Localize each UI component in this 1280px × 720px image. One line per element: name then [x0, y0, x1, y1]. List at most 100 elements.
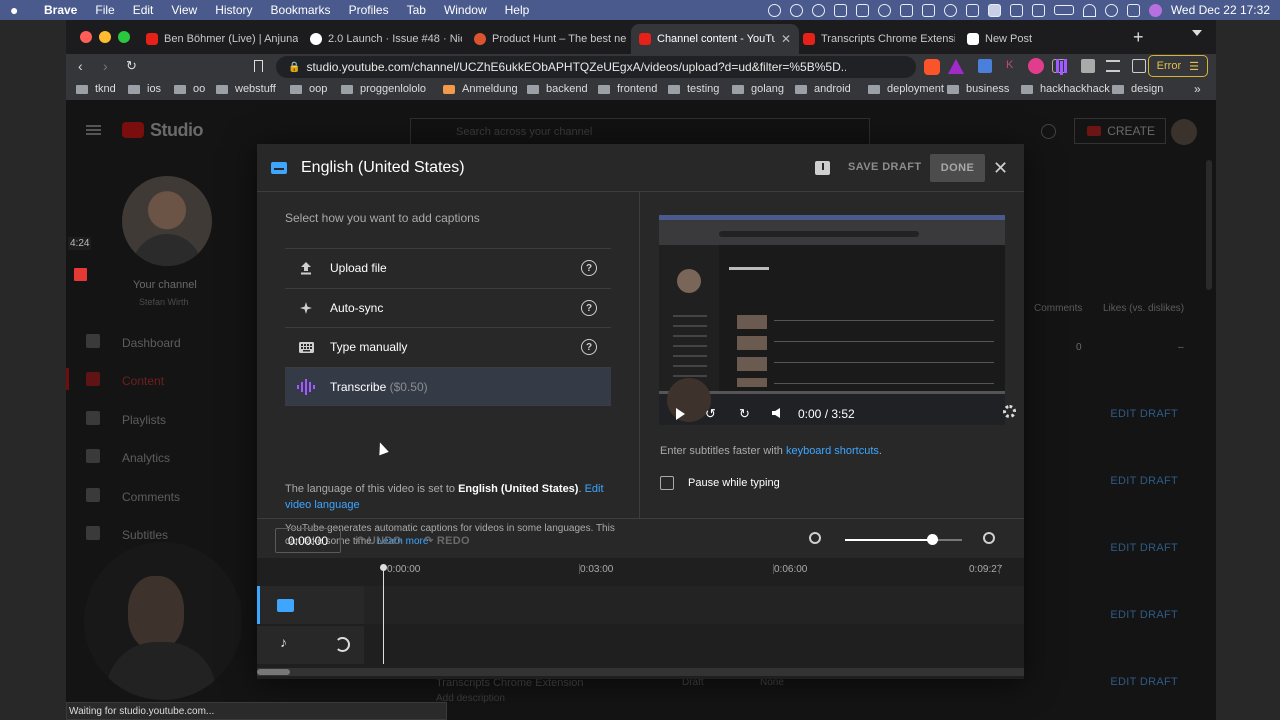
column-likes[interactable]: Likes (vs. dislikes) — [1103, 303, 1184, 314]
maximize-window-button[interactable] — [118, 31, 130, 43]
status-icon[interactable] — [833, 3, 847, 17]
bookmark-folder[interactable]: android — [795, 83, 851, 95]
redo-button[interactable]: ↷ REDO — [424, 534, 470, 547]
bookmark-folder[interactable]: design — [1112, 83, 1163, 95]
sidebar-icon[interactable] — [1132, 59, 1146, 73]
pause-while-typing-checkbox[interactable] — [660, 476, 674, 490]
edit-draft-link[interactable]: EDIT DRAFT — [1110, 676, 1178, 688]
horizontal-scrollbar[interactable] — [257, 668, 1024, 676]
keyboard-shortcuts-link[interactable]: keyboard shortcuts — [786, 445, 879, 457]
spotlight-icon[interactable] — [1104, 3, 1118, 17]
bookmark-folder[interactable]: tknd — [76, 83, 116, 95]
help-icon[interactable] — [1041, 124, 1056, 139]
tab-new-post[interactable]: New Post — [959, 24, 1119, 54]
help-icon[interactable]: ? — [581, 339, 597, 355]
option-transcribe[interactable]: Transcribe ($0.50) — [285, 367, 611, 406]
extension-translate-icon[interactable] — [978, 59, 992, 73]
extension-transcripts-icon[interactable] — [1056, 59, 1059, 73]
bookmark-folder[interactable]: golang — [732, 83, 784, 95]
status-icon[interactable] — [855, 3, 869, 17]
status-icon[interactable] — [1031, 3, 1045, 17]
status-icon[interactable] — [921, 3, 935, 17]
close-window-button[interactable] — [80, 31, 92, 43]
horizontal-scrollbar-thumb[interactable] — [257, 669, 290, 675]
new-tab-button[interactable]: + — [1133, 27, 1144, 48]
menu-tab[interactable]: Tab — [407, 3, 426, 17]
save-draft-button[interactable]: SAVE DRAFT — [848, 161, 921, 173]
menu-app[interactable]: Brave — [44, 3, 77, 17]
edit-draft-link[interactable]: EDIT DRAFT — [1110, 542, 1178, 554]
playhead-handle[interactable] — [380, 564, 387, 571]
menu-edit[interactable]: Edit — [133, 3, 154, 17]
minimize-window-button[interactable] — [99, 31, 111, 43]
brave-rewards-icon[interactable] — [948, 59, 964, 74]
done-button[interactable]: DONE — [930, 154, 985, 182]
studio-logo[interactable]: Studio — [150, 120, 204, 141]
tab-anjunadeep[interactable]: Ben Böhmer (Live) | Anjunade — [138, 24, 298, 54]
undo-button[interactable]: ↶ UNDO — [355, 534, 401, 547]
error-button[interactable]: Error ☰ — [1147, 55, 1208, 77]
status-icon[interactable] — [943, 3, 957, 17]
youtube-logo-icon[interactable] — [122, 122, 144, 138]
status-icon[interactable] — [811, 3, 825, 17]
forward-icon[interactable]: › — [103, 58, 108, 74]
volume-icon[interactable] — [772, 408, 780, 418]
pause-while-typing-option[interactable]: Pause while typing — [660, 476, 780, 490]
rewind-icon[interactable]: ↺ — [705, 406, 716, 422]
timecode-input[interactable]: 0:00:00 — [275, 528, 341, 553]
create-button[interactable]: CREATE — [1074, 118, 1166, 144]
status-icon[interactable] — [789, 3, 803, 17]
status-icon[interactable] — [965, 3, 979, 17]
help-icon[interactable]: ? — [581, 260, 597, 276]
nav-subtitles[interactable]: Subtitles — [122, 528, 168, 542]
zoom-slider-thumb[interactable] — [927, 534, 938, 545]
bookmark-folder[interactable]: hackhackhack — [1021, 83, 1110, 95]
address-bar[interactable]: 🔒 studio.youtube.com/channel/UCZhE6ukkEO… — [276, 56, 964, 78]
scrollbar[interactable] — [1206, 160, 1212, 290]
url-text[interactable]: studio.youtube.com/channel/UCZhE6ukkEObA… — [306, 60, 846, 74]
battery-icon[interactable] — [1053, 5, 1074, 15]
zoom-out-icon[interactable] — [809, 532, 821, 544]
channel-avatar[interactable] — [122, 176, 212, 266]
apple-icon[interactable]: ● — [10, 2, 26, 18]
back-icon[interactable]: ‹ — [78, 58, 83, 74]
tab-github-issue[interactable]: 2.0 Launch · Issue #48 · Niche — [302, 24, 462, 54]
nav-analytics[interactable]: Analytics — [122, 451, 170, 465]
close-icon[interactable]: ✕ — [993, 158, 1008, 179]
bookmark-folder[interactable]: webstuff — [216, 83, 276, 95]
menu-file[interactable]: File — [95, 3, 114, 17]
forward-icon[interactable]: ↻ — [739, 406, 750, 422]
bookmark-link[interactable]: Anmeldung — [443, 83, 518, 95]
video-player[interactable]: ↺ ↻ 0:00 / 3:52 ⚙ — [659, 215, 1005, 425]
edit-draft-link[interactable]: EDIT DRAFT — [1110, 408, 1178, 420]
reload-icon[interactable]: ↻ — [126, 58, 137, 74]
bookmark-folder[interactable]: testing — [668, 83, 719, 95]
extension-flow-icon[interactable] — [1052, 59, 1066, 73]
more-bookmarks-icon[interactable]: » — [1194, 82, 1201, 96]
studio-search-box[interactable]: Search across your channel — [410, 118, 870, 146]
status-icon[interactable] — [767, 3, 781, 17]
menu-view[interactable]: View — [171, 3, 197, 17]
tab-channel-content[interactable]: Channel content - YouTube ✕ — [631, 24, 799, 54]
audio-track[interactable]: ♪ — [257, 626, 1024, 664]
menu-bookmarks[interactable]: Bookmarks — [271, 3, 331, 17]
bookmark-folder[interactable]: frontend — [598, 83, 657, 95]
tab-search-icon[interactable] — [1192, 30, 1202, 36]
menu-window[interactable]: Window — [444, 3, 487, 17]
menu-help[interactable]: Help — [505, 3, 530, 17]
bookmark-folder[interactable]: backend — [527, 83, 588, 95]
help-icon[interactable]: ? — [581, 300, 597, 316]
extensions-puzzle-icon[interactable] — [1081, 59, 1095, 73]
play-icon[interactable] — [676, 408, 685, 420]
option-type-manually[interactable]: Type manually ? — [285, 327, 611, 366]
playhead[interactable] — [383, 564, 384, 664]
nav-playlists[interactable]: Playlists — [122, 413, 166, 427]
flag-icon[interactable] — [987, 3, 1001, 17]
bookmark-folder[interactable]: oop — [290, 83, 327, 95]
nav-comments[interactable]: Comments — [122, 490, 180, 504]
brave-shield-icon[interactable] — [924, 59, 940, 75]
nav-dashboard[interactable]: Dashboard — [122, 336, 181, 350]
subtitle-track[interactable] — [257, 586, 1024, 624]
close-tab-icon[interactable]: ✕ — [781, 32, 791, 46]
bookmark-folder[interactable]: ios — [128, 83, 161, 95]
